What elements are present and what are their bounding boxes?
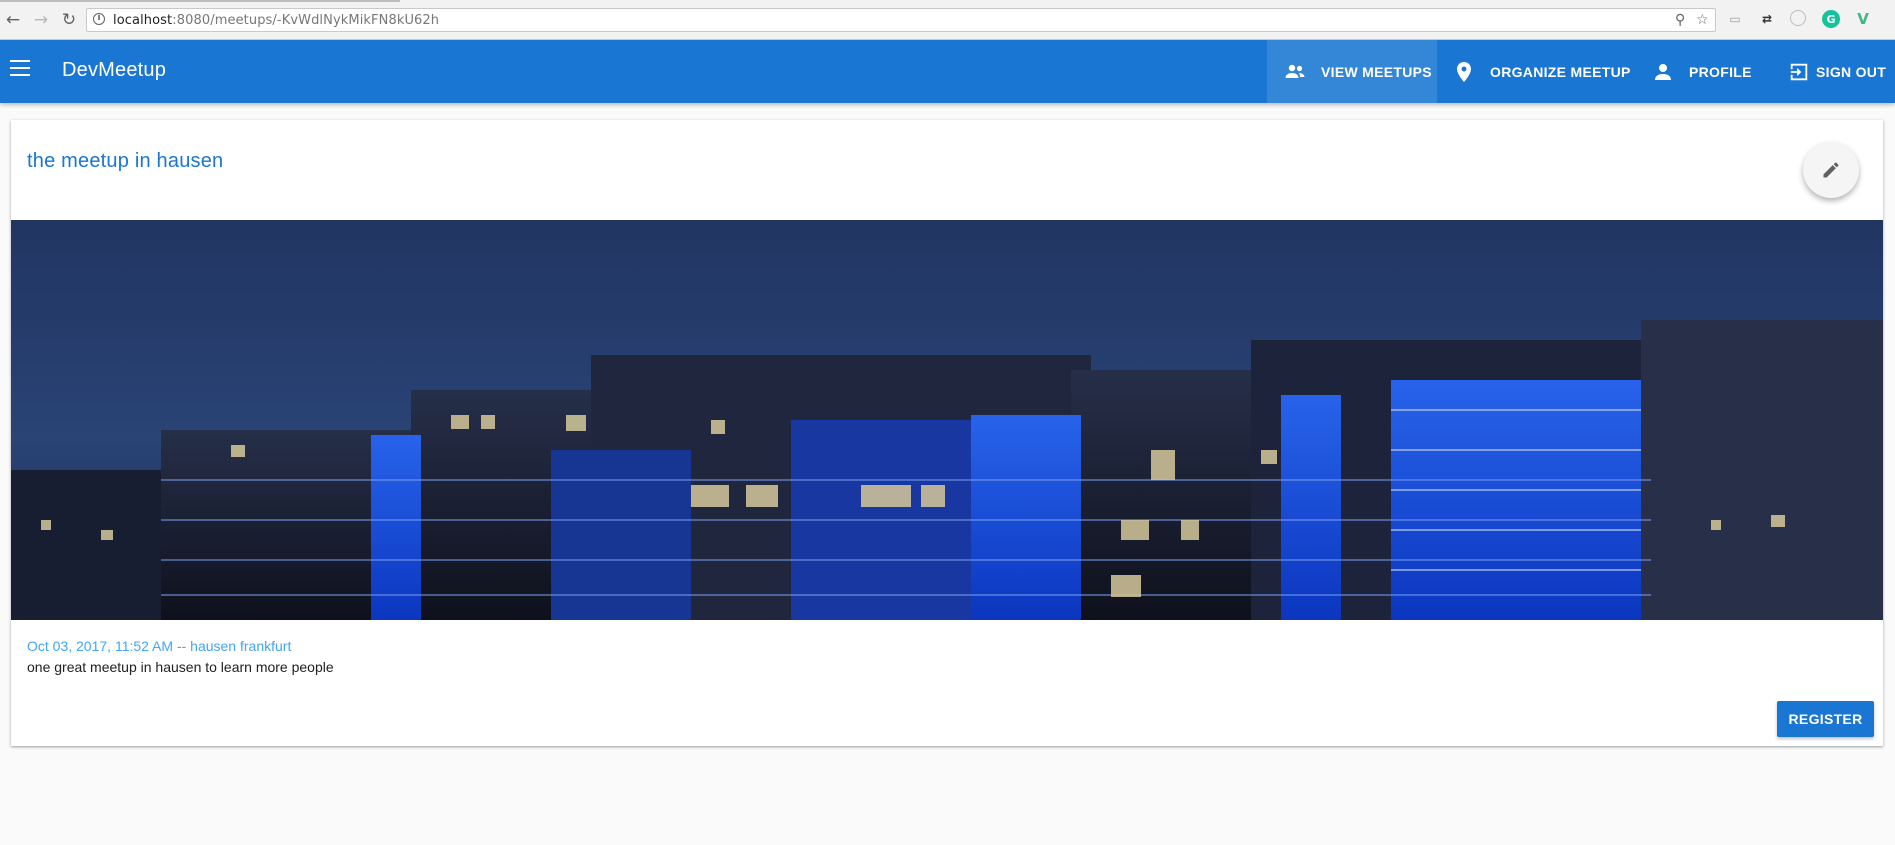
pencil-icon — [1823, 162, 1839, 178]
nav-label: ORGANIZE MEETUP — [1490, 63, 1631, 80]
app-title[interactable]: DevMeetup — [62, 59, 166, 82]
browser-toolbar: ← → ↻ i localhost:8080/meetups/-KvWdlNyk… — [0, 0, 1895, 40]
nav-profile[interactable]: PROFILE — [1651, 40, 1752, 103]
nav-label: PROFILE — [1689, 63, 1752, 80]
extension-circle-icon[interactable] — [1790, 10, 1806, 26]
location-pin-icon — [1457, 61, 1471, 82]
grammarly-icon[interactable]: G — [1822, 10, 1840, 28]
forward-icon[interactable]: → — [30, 9, 52, 31]
key-icon[interactable]: ⚲ — [1675, 12, 1685, 28]
app-toolbar: DevMeetup VIEW MEETUPS ORGANIZE MEETUP P… — [0, 40, 1895, 103]
info-icon[interactable]: i — [93, 13, 105, 25]
url-text[interactable]: localhost:8080/meetups/-KvWdlNykMikFN8kU… — [113, 13, 439, 28]
extension-cast-icon[interactable]: ▭ — [1726, 10, 1744, 28]
nav-label: VIEW MEETUPS — [1321, 63, 1432, 80]
bookmark-star-icon[interactable]: ☆ — [1696, 12, 1709, 28]
meetup-date-location: Oct 03, 2017, 11:52 AM -- hausen frankfu… — [27, 638, 292, 654]
nav-view-meetups[interactable]: VIEW MEETUPS — [1267, 40, 1437, 103]
menu-icon[interactable] — [10, 60, 30, 76]
address-bar[interactable]: i localhost:8080/meetups/-KvWdlNykMikFN8… — [86, 8, 1716, 32]
person-icon — [1655, 63, 1671, 80]
meetup-title: the meetup in hausen — [27, 150, 224, 172]
supervisor-account-icon — [1285, 64, 1305, 78]
back-icon[interactable]: ← — [2, 9, 24, 31]
exit-to-app-icon — [1790, 63, 1808, 80]
meetup-image — [11, 220, 1883, 620]
vue-devtools-icon[interactable]: V — [1854, 10, 1872, 28]
nav-label: SIGN OUT — [1816, 63, 1887, 80]
meetup-card: the meetup in hausen Oct 03, 2017, 11:52… — [11, 120, 1883, 746]
tab-strip-edge — [0, 0, 400, 2]
meetup-description: one great meetup in hausen to learn more… — [27, 659, 334, 675]
nav-sign-out[interactable]: SIGN OUT — [1788, 40, 1886, 103]
extension-translate-icon[interactable]: ⇄ — [1758, 10, 1776, 28]
nav-organize-meetup[interactable]: ORGANIZE MEETUP — [1452, 40, 1631, 103]
edit-meetup-button[interactable] — [1803, 142, 1859, 198]
reload-icon[interactable]: ↻ — [58, 9, 80, 31]
register-button[interactable]: REGISTER — [1777, 701, 1874, 737]
